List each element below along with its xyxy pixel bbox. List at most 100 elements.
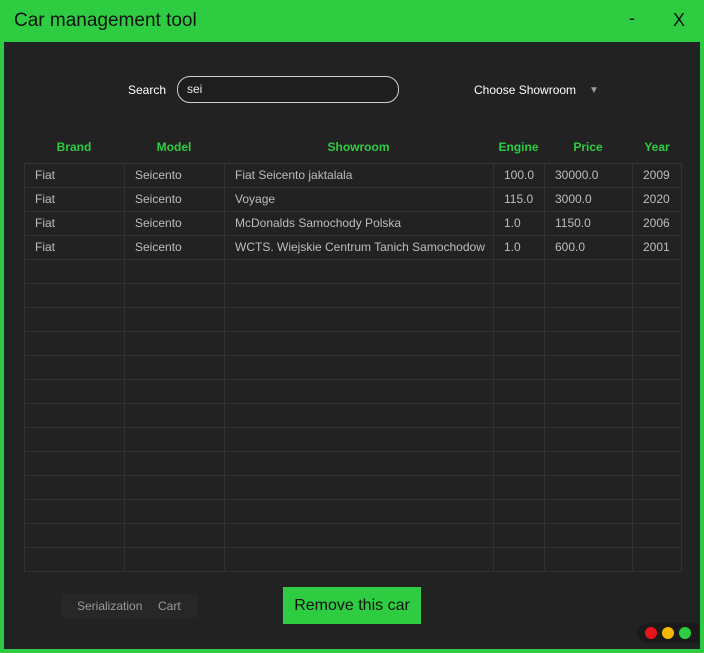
cell-price (545, 356, 633, 379)
table-header: Brand Model Showroom Engine Price Year (24, 134, 682, 163)
column-header-engine[interactable]: Engine (493, 140, 544, 154)
cell-brand: Fiat (25, 236, 125, 259)
cell-engine (494, 500, 545, 523)
cell-showroom (225, 524, 494, 547)
table-row-empty[interactable] (25, 428, 681, 452)
cell-price (545, 500, 633, 523)
cell-engine (494, 476, 545, 499)
cell-year (633, 548, 681, 571)
cell-showroom (225, 260, 494, 283)
cell-engine (494, 332, 545, 355)
table-row-empty[interactable] (25, 548, 681, 572)
close-button[interactable]: X (673, 10, 685, 31)
cell-brand (25, 356, 125, 379)
table-row-empty[interactable] (25, 332, 681, 356)
cell-price (545, 524, 633, 547)
table-row[interactable]: Fiat Seicento Voyage 115.0 3000.0 2020 (25, 188, 681, 212)
yellow-dot-icon (662, 627, 674, 639)
search-label: Search (128, 83, 167, 97)
cell-year (633, 428, 681, 451)
cell-model (125, 476, 225, 499)
table-row-empty[interactable] (25, 476, 681, 500)
table-row-empty[interactable] (25, 524, 681, 548)
showroom-dropdown[interactable]: Choose Showroom (474, 83, 576, 97)
table-row[interactable]: Fiat Seicento WCTS. Wiejskie Centrum Tanic… (25, 236, 681, 260)
cell-showroom (225, 500, 494, 523)
cell-price: 600.0 (545, 236, 633, 259)
table-row[interactable]: Fiat Seicento Fiat Seicento jaktalala 100.0… (25, 164, 681, 188)
minimize-button[interactable]: - (629, 8, 635, 29)
cell-brand: Fiat (25, 188, 125, 211)
cell-year: 2020 (643, 192, 670, 206)
column-header-model[interactable]: Model (124, 140, 224, 154)
main-panel: Search sei Choose Showroom ▼ Brand Model… (4, 42, 700, 649)
cell-showroom (225, 428, 494, 451)
table-row-empty[interactable] (25, 308, 681, 332)
cell-showroom (225, 308, 494, 331)
table-row-empty[interactable] (25, 356, 681, 380)
cell-brand (25, 332, 125, 355)
cell-brand (25, 548, 125, 571)
cell-price: 30000.0 (545, 164, 633, 187)
cell-price (545, 548, 633, 571)
remove-car-button[interactable]: Remove this car (283, 587, 421, 624)
column-header-showroom[interactable]: Showroom (224, 140, 493, 154)
cell-price (545, 428, 633, 451)
column-header-year[interactable]: Year (632, 140, 682, 154)
cell-price (545, 452, 633, 475)
cell-price (545, 308, 633, 331)
cell-brand (25, 452, 125, 475)
cell-year (633, 332, 681, 355)
search-input[interactable]: sei (177, 76, 399, 103)
cell-brand (25, 428, 125, 451)
title-bar[interactable]: Car management tool - X (0, 0, 704, 42)
cell-brand (25, 476, 125, 499)
table-row-empty[interactable] (25, 260, 681, 284)
cell-price (545, 476, 633, 499)
cell-model (125, 284, 225, 307)
table-row-empty[interactable] (25, 284, 681, 308)
cell-engine: 1.0 (494, 212, 545, 235)
cell-model (125, 308, 225, 331)
bottom-tab-bar: Serialization Cart (61, 594, 197, 618)
window-title: Car management tool (14, 10, 197, 31)
cell-brand (25, 500, 125, 523)
cell-engine (494, 260, 545, 283)
cell-brand (25, 404, 125, 427)
cell-year (633, 404, 681, 427)
table-row-empty[interactable] (25, 500, 681, 524)
cell-showroom (225, 548, 494, 571)
cell-showroom (225, 452, 494, 475)
cell-model (125, 428, 225, 451)
cell-year (633, 308, 681, 331)
cell-engine (494, 284, 545, 307)
cell-brand (25, 308, 125, 331)
chevron-down-icon[interactable]: ▼ (589, 85, 599, 96)
cell-showroom (225, 404, 494, 427)
cell-year (633, 260, 681, 283)
cell-model: Seicento (125, 188, 225, 211)
cell-year (633, 452, 681, 475)
cell-engine: 1.0 (494, 236, 545, 259)
tab-serialization[interactable]: Serialization (77, 599, 142, 613)
table-row-empty[interactable] (25, 380, 681, 404)
cell-showroom: McDonalds Samochody Polska (225, 212, 494, 235)
table-body: Fiat Seicento Fiat Seicento jaktalala 100.0… (24, 163, 682, 572)
cell-model: Seicento (125, 212, 225, 235)
table-row-empty[interactable] (25, 452, 681, 476)
column-header-brand[interactable]: Brand (24, 140, 124, 154)
cell-model (125, 332, 225, 355)
cell-model (125, 404, 225, 427)
cell-price (545, 284, 633, 307)
cell-price (545, 380, 633, 403)
table-row[interactable]: Fiat Seicento McDonalds Samochody Polska 1.… (25, 212, 681, 236)
cell-showroom: WCTS. Wiejskie Centrum Tanich Samochodow (225, 236, 494, 259)
cell-brand (25, 524, 125, 547)
column-header-price[interactable]: Price (544, 140, 632, 154)
cell-price (545, 332, 633, 355)
table-row-empty[interactable] (25, 404, 681, 428)
app-window: Car management tool - X Search sei Choos… (0, 0, 704, 653)
tab-cart[interactable]: Cart (158, 599, 181, 613)
cell-showroom (225, 380, 494, 403)
cell-engine: 100.0 (494, 164, 545, 187)
